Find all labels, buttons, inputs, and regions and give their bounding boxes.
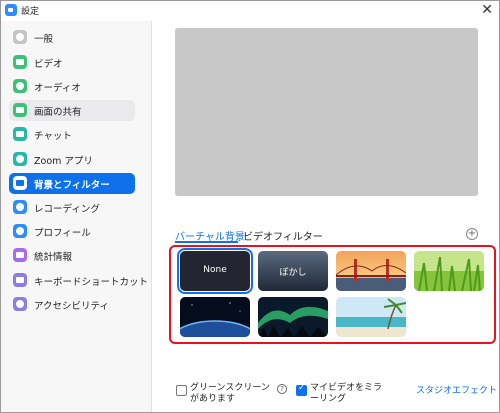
headphones-icon — [13, 79, 27, 93]
sidebar-item-label: 画面の共有 — [34, 107, 82, 118]
gear-icon — [13, 30, 27, 44]
sidebar-item-label: オーディオ — [34, 83, 81, 94]
settings-sidebar: 一般 ビデオ オーディオ 画面の共有 チャット Zoom アプリ 背景とフィルタ… — [1, 21, 152, 412]
video-icon — [13, 55, 27, 69]
background-thumb-blur[interactable]: ぼかし — [258, 251, 328, 291]
sidebar-item-label: 統計情報 — [34, 252, 73, 263]
sidebar-item-label: チャット — [34, 131, 72, 142]
thumb-label: None — [203, 265, 227, 275]
background-thumb-grass[interactable] — [414, 251, 484, 291]
zoom-app-icon — [5, 4, 17, 16]
sidebar-item-label: 一般 — [34, 34, 54, 45]
sidebar-item-general[interactable]: 一般 — [9, 27, 135, 48]
grass-image — [414, 251, 484, 291]
sidebar-item-label: Zoom アプリ — [34, 156, 93, 167]
share-screen-icon — [13, 103, 27, 117]
title-bar: 設定 ✕ — [1, 1, 499, 21]
sidebar-item-label: 背景とフィルター — [34, 180, 110, 191]
sidebar-item-label: ビデオ — [34, 59, 63, 70]
profile-icon — [13, 224, 27, 238]
aurora-image — [258, 297, 328, 337]
sidebar-item-label: レコーディング — [34, 204, 100, 215]
settings-window: 設定 ✕ 一般 ビデオ オーディオ 画面の共有 チャット Zoom アプリ 背景… — [0, 0, 500, 413]
sidebar-item-audio[interactable]: オーディオ — [9, 76, 135, 97]
green-screen-label: グリーンスクリーンがあります — [190, 383, 270, 404]
background-thumb-aurora[interactable] — [258, 297, 328, 337]
tab-underline — [175, 241, 238, 243]
sidebar-item-label: キーボードショートカット — [34, 277, 149, 288]
background-icon — [13, 176, 27, 190]
sidebar-item-profile[interactable]: プロフィール — [9, 221, 135, 242]
sidebar-item-recording[interactable]: レコーディング — [9, 197, 135, 218]
green-screen-checkbox[interactable] — [176, 385, 187, 396]
statistics-icon — [13, 248, 27, 262]
background-thumb-golden-gate[interactable] — [336, 251, 406, 291]
video-preview — [175, 28, 478, 196]
record-icon — [13, 200, 27, 214]
thumb-label: ぼかし — [279, 268, 307, 278]
background-thumb-none[interactable]: None — [177, 248, 253, 294]
mirror-video-checkbox[interactable] — [296, 383, 307, 396]
sidebar-item-chat[interactable]: チャット — [9, 124, 135, 145]
beach-image — [336, 297, 406, 337]
sidebar-item-background[interactable]: 背景とフィルター — [9, 173, 135, 194]
golden-gate-image — [336, 251, 406, 291]
sidebar-item-statistics[interactable]: 統計情報 — [9, 245, 135, 266]
apps-icon — [13, 152, 27, 166]
mirror-video-label: マイビデオをミラーリング — [310, 383, 383, 404]
sidebar-item-video[interactable]: ビデオ — [9, 52, 135, 73]
info-icon[interactable]: ? — [277, 384, 287, 394]
keyboard-icon — [13, 273, 27, 287]
background-thumb-earth[interactable] — [180, 297, 250, 337]
studio-effects-link[interactable]: スタジオエフェクト — [416, 383, 497, 396]
sidebar-item-accessibility[interactable]: アクセシビリティ — [9, 294, 135, 315]
background-thumb-beach[interactable] — [336, 297, 406, 337]
earth-image — [180, 297, 250, 337]
sidebar-item-label: アクセシビリティ — [34, 301, 109, 312]
window-title: 設定 — [21, 7, 40, 17]
tab-video-filter[interactable]: ビデオフィルター — [243, 228, 323, 243]
accessibility-icon — [13, 297, 27, 311]
chat-icon — [13, 127, 27, 141]
sidebar-item-zoom-apps[interactable]: Zoom アプリ — [9, 149, 135, 170]
close-icon[interactable]: ✕ — [481, 1, 493, 19]
sidebar-item-label: プロフィール — [34, 228, 91, 239]
sidebar-item-share-screen[interactable]: 画面の共有 — [9, 100, 135, 121]
sidebar-item-keyboard-shortcuts[interactable]: キーボードショートカット — [9, 270, 148, 291]
add-background-icon[interactable]: + — [466, 228, 478, 240]
